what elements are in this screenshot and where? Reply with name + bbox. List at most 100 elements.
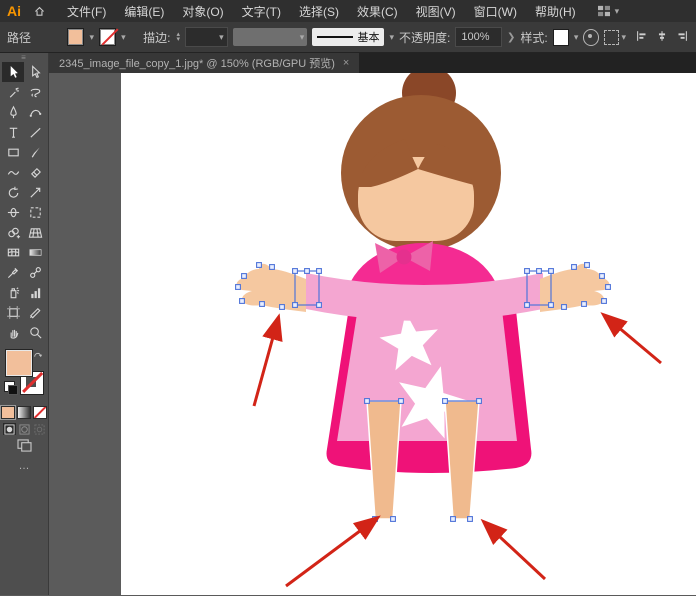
anchor-point[interactable] [293,269,298,274]
workspace-switcher[interactable]: ▾ [597,5,620,17]
type-tool[interactable] [2,122,24,142]
hand-tool[interactable] [2,322,24,342]
scale-tool[interactable] [24,182,46,202]
magic-wand-tool[interactable] [2,82,24,102]
stroke-weight-stepper[interactable]: ▴▾ [176,32,180,42]
fill-indicator[interactable] [5,349,33,377]
direct-selection-tool[interactable] [24,62,46,82]
anchor-point[interactable] [477,399,482,404]
draw-behind-button[interactable] [18,423,31,435]
eyedropper-tool[interactable] [2,262,24,282]
menu-item-effect[interactable]: 效果(C) [348,3,407,20]
anchor-point[interactable] [600,274,605,279]
select-similar-icon[interactable] [604,30,619,45]
anchor-point[interactable] [562,305,567,310]
anchor-point[interactable] [468,517,473,522]
recolor-artwork-icon[interactable] [583,29,599,46]
leg-left[interactable] [367,401,401,519]
fill-color-swatch[interactable] [67,28,84,46]
anchor-point[interactable] [391,517,396,522]
menu-item-edit[interactable]: 编辑(E) [115,3,173,20]
document-tab[interactable]: 2345_image_file_copy_1.jpg* @ 150% (RGB/… [49,53,359,73]
stroke-chevron-down-icon[interactable]: ▾ [121,32,126,43]
align-right-button[interactable] [675,29,689,46]
anchor-point[interactable] [606,285,611,290]
anchor-point[interactable] [365,399,370,404]
draw-normal-button[interactable] [3,423,16,435]
fill-chevron-down-icon[interactable]: ▾ [89,32,94,43]
toolbar-overflow-button[interactable]: … [19,460,30,472]
align-center-button[interactable] [655,29,669,46]
eraser-tool[interactable] [24,162,46,182]
anchor-point[interactable] [257,263,262,268]
home-icon[interactable] [33,5,46,18]
shape-builder-tool[interactable] [2,222,24,242]
screen-mode-button[interactable] [17,439,32,457]
anchor-point[interactable] [525,303,530,308]
anchor-point[interactable] [443,399,448,404]
selection-tool[interactable] [2,62,24,82]
anchor-point[interactable] [549,269,554,274]
artboard-tool[interactable] [2,302,24,322]
anchor-point[interactable] [242,274,247,279]
menu-item-window[interactable]: 窗口(W) [465,3,526,20]
symbol-sprayer-tool[interactable] [2,282,24,302]
stroke-color-swatch[interactable] [99,28,116,46]
pen-tool[interactable] [2,102,24,122]
width-profile-dropdown[interactable]: ▾ [233,28,308,46]
paintbrush-tool[interactable] [24,142,46,162]
zoom-tool[interactable] [24,322,46,342]
rotate-tool[interactable] [2,182,24,202]
brush-chevron-down-icon[interactable]: ▾ [389,32,394,43]
opacity-input[interactable]: 100% [455,27,502,47]
brush-definition-dropdown[interactable]: 基本 [312,28,384,46]
tab-close-icon[interactable]: × [343,57,349,69]
anchor-point[interactable] [305,269,310,274]
anchor-point[interactable] [572,265,577,270]
select-similar-chevron-icon[interactable]: ▾ [621,32,626,43]
swap-fill-stroke-icon[interactable] [33,347,43,365]
mesh-tool[interactable] [2,242,24,262]
lasso-tool[interactable] [24,82,46,102]
anchor-point[interactable] [399,399,404,404]
anchor-point[interactable] [317,269,322,274]
align-left-button[interactable] [635,29,649,46]
pasteboard[interactable] [49,73,696,595]
free-transform-tool[interactable] [24,202,46,222]
anchor-point[interactable] [317,303,322,308]
width-tool[interactable] [2,202,24,222]
column-graph-tool[interactable] [24,282,46,302]
menu-item-object[interactable]: 对象(O) [173,3,232,20]
anchor-point[interactable] [537,269,542,274]
shaper-tool[interactable] [2,162,24,182]
artboard-canvas[interactable] [121,73,696,595]
anchor-point[interactable] [260,302,265,307]
color-button[interactable] [1,406,15,419]
menu-item-select[interactable]: 选择(S) [290,3,348,20]
anchor-point[interactable] [270,265,275,270]
gradient-button[interactable] [17,406,31,419]
anchor-point[interactable] [602,299,607,304]
curvature-tool[interactable] [24,102,46,122]
anchor-point[interactable] [236,285,241,290]
anchor-point[interactable] [549,303,554,308]
gradient-tool[interactable] [24,242,46,262]
none-button[interactable] [33,406,47,419]
anchor-point[interactable] [293,303,298,308]
style-chevron-down-icon[interactable]: ▾ [574,32,579,43]
perspective-grid-tool[interactable] [24,222,46,242]
draw-inside-button[interactable] [33,423,46,435]
anchor-point[interactable] [585,263,590,268]
graphic-style-swatch[interactable] [553,29,569,46]
slice-tool[interactable] [24,302,46,322]
anchor-point[interactable] [525,269,530,274]
opacity-panel-arrow[interactable]: ❯ [507,32,515,43]
leg-right[interactable] [445,401,479,519]
menu-item-help[interactable]: 帮助(H) [526,3,585,20]
anchor-point[interactable] [451,517,456,522]
anchor-point[interactable] [280,305,285,310]
menu-item-file[interactable]: 文件(F) [58,3,115,20]
blend-tool[interactable] [24,262,46,282]
menu-item-type[interactable]: 文字(T) [233,3,290,20]
menu-item-view[interactable]: 视图(V) [407,3,465,20]
